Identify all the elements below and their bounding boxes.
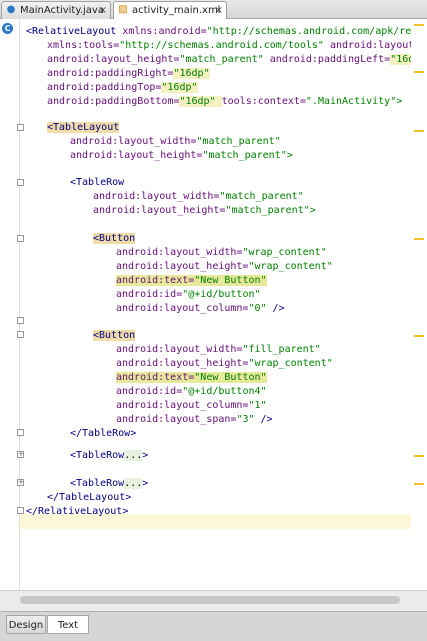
code-line: <TableLayout	[47, 122, 120, 133]
code-line: android:id="@+id/button"	[116, 289, 261, 300]
code-line: android:layout_width="wrap_content"	[116, 247, 327, 258]
code-line: <RelativeLayout xmlns:android="http://sc…	[26, 26, 427, 37]
code-line: android:paddingTop="16dp"	[47, 82, 198, 93]
code-line: android:layout_column="0" />	[116, 303, 285, 314]
code-line: android:paddingRight="16dp"	[47, 68, 210, 79]
code-line: android:layout_column="1"	[116, 400, 267, 411]
code-line: </RelativeLayout>	[26, 506, 129, 517]
close-icon[interactable]: ×	[99, 2, 107, 19]
tab-label: MainActivity.java	[20, 5, 104, 16]
code-line: android:layout_height="match_parent" and…	[47, 54, 427, 65]
code-line: android:layout_width="match_parent"	[93, 191, 304, 202]
editor-gutter	[0, 19, 20, 609]
editor-tab-bar: ● MainActivity.java × ▨ activity_main.xm…	[0, 0, 427, 19]
tab-mainactivity-java[interactable]: ● MainActivity.java ×	[1, 1, 111, 19]
fold-toggle-icon[interactable]	[17, 235, 24, 242]
code-line: <TableRow...>	[70, 450, 149, 461]
fold-toggle-icon[interactable]	[17, 331, 24, 338]
code-line: </TableRow>	[70, 428, 137, 439]
horizontal-scrollbar[interactable]	[0, 590, 427, 611]
code-line: android:id="@+id/button4"	[116, 386, 267, 397]
code-line: android:layout_height="match_parent">	[70, 150, 293, 161]
class-marker-icon: C	[2, 23, 13, 34]
java-class-icon: ●	[6, 4, 16, 15]
code-line: <Button	[93, 233, 136, 244]
fold-toggle-icon[interactable]: +	[17, 451, 24, 458]
collapsed-region[interactable]: ...	[124, 478, 143, 489]
editor-mode-tabs: Design Text	[0, 611, 427, 641]
fold-toggle-icon[interactable]	[17, 507, 24, 514]
code-line: android:text="New Button"	[116, 275, 267, 286]
code-line: android:text="New Button"	[116, 372, 267, 383]
code-line: android:layout_span="3" />	[116, 414, 273, 425]
fold-toggle-icon[interactable]: +	[17, 479, 24, 486]
code-line: <TableRow...>	[70, 478, 149, 489]
tab-text[interactable]: Text	[47, 615, 89, 634]
error-stripe[interactable]	[411, 19, 427, 609]
code-line: <TableRow	[70, 177, 125, 188]
xml-file-icon: ▨	[118, 4, 128, 15]
code-line: android:layout_height="match_parent">	[93, 205, 316, 216]
fold-toggle-icon[interactable]	[17, 179, 24, 186]
tab-label: activity_main.xml	[132, 5, 221, 16]
code-line: android:layout_height="wrap_content"	[116, 358, 333, 369]
collapsed-region[interactable]: ...	[124, 450, 143, 461]
code-line: xmlns:tools="http://schemas.android.com/…	[47, 40, 427, 51]
code-editor[interactable]: C + + <RelativeLayout xmlns:android="htt…	[0, 19, 427, 609]
fold-toggle-icon[interactable]	[17, 124, 24, 131]
close-icon[interactable]: ×	[215, 2, 223, 19]
code-line: android:layout_width="fill_parent"	[116, 344, 321, 355]
code-line: android:paddingBottom="16dp" tools:conte…	[47, 96, 403, 107]
code-line: </TableLayout>	[47, 492, 132, 503]
scrollbar-thumb[interactable]	[20, 596, 400, 604]
tab-activity-main-xml[interactable]: ▨ activity_main.xml ×	[113, 1, 227, 19]
code-line: <Button	[93, 330, 136, 341]
tab-design[interactable]: Design	[6, 615, 46, 634]
fold-toggle-icon[interactable]	[17, 429, 24, 436]
code-line: android:layout_width="match_parent"	[70, 136, 281, 147]
code-line: android:layout_height="wrap_content"	[116, 261, 333, 272]
fold-toggle-icon[interactable]	[17, 317, 24, 324]
